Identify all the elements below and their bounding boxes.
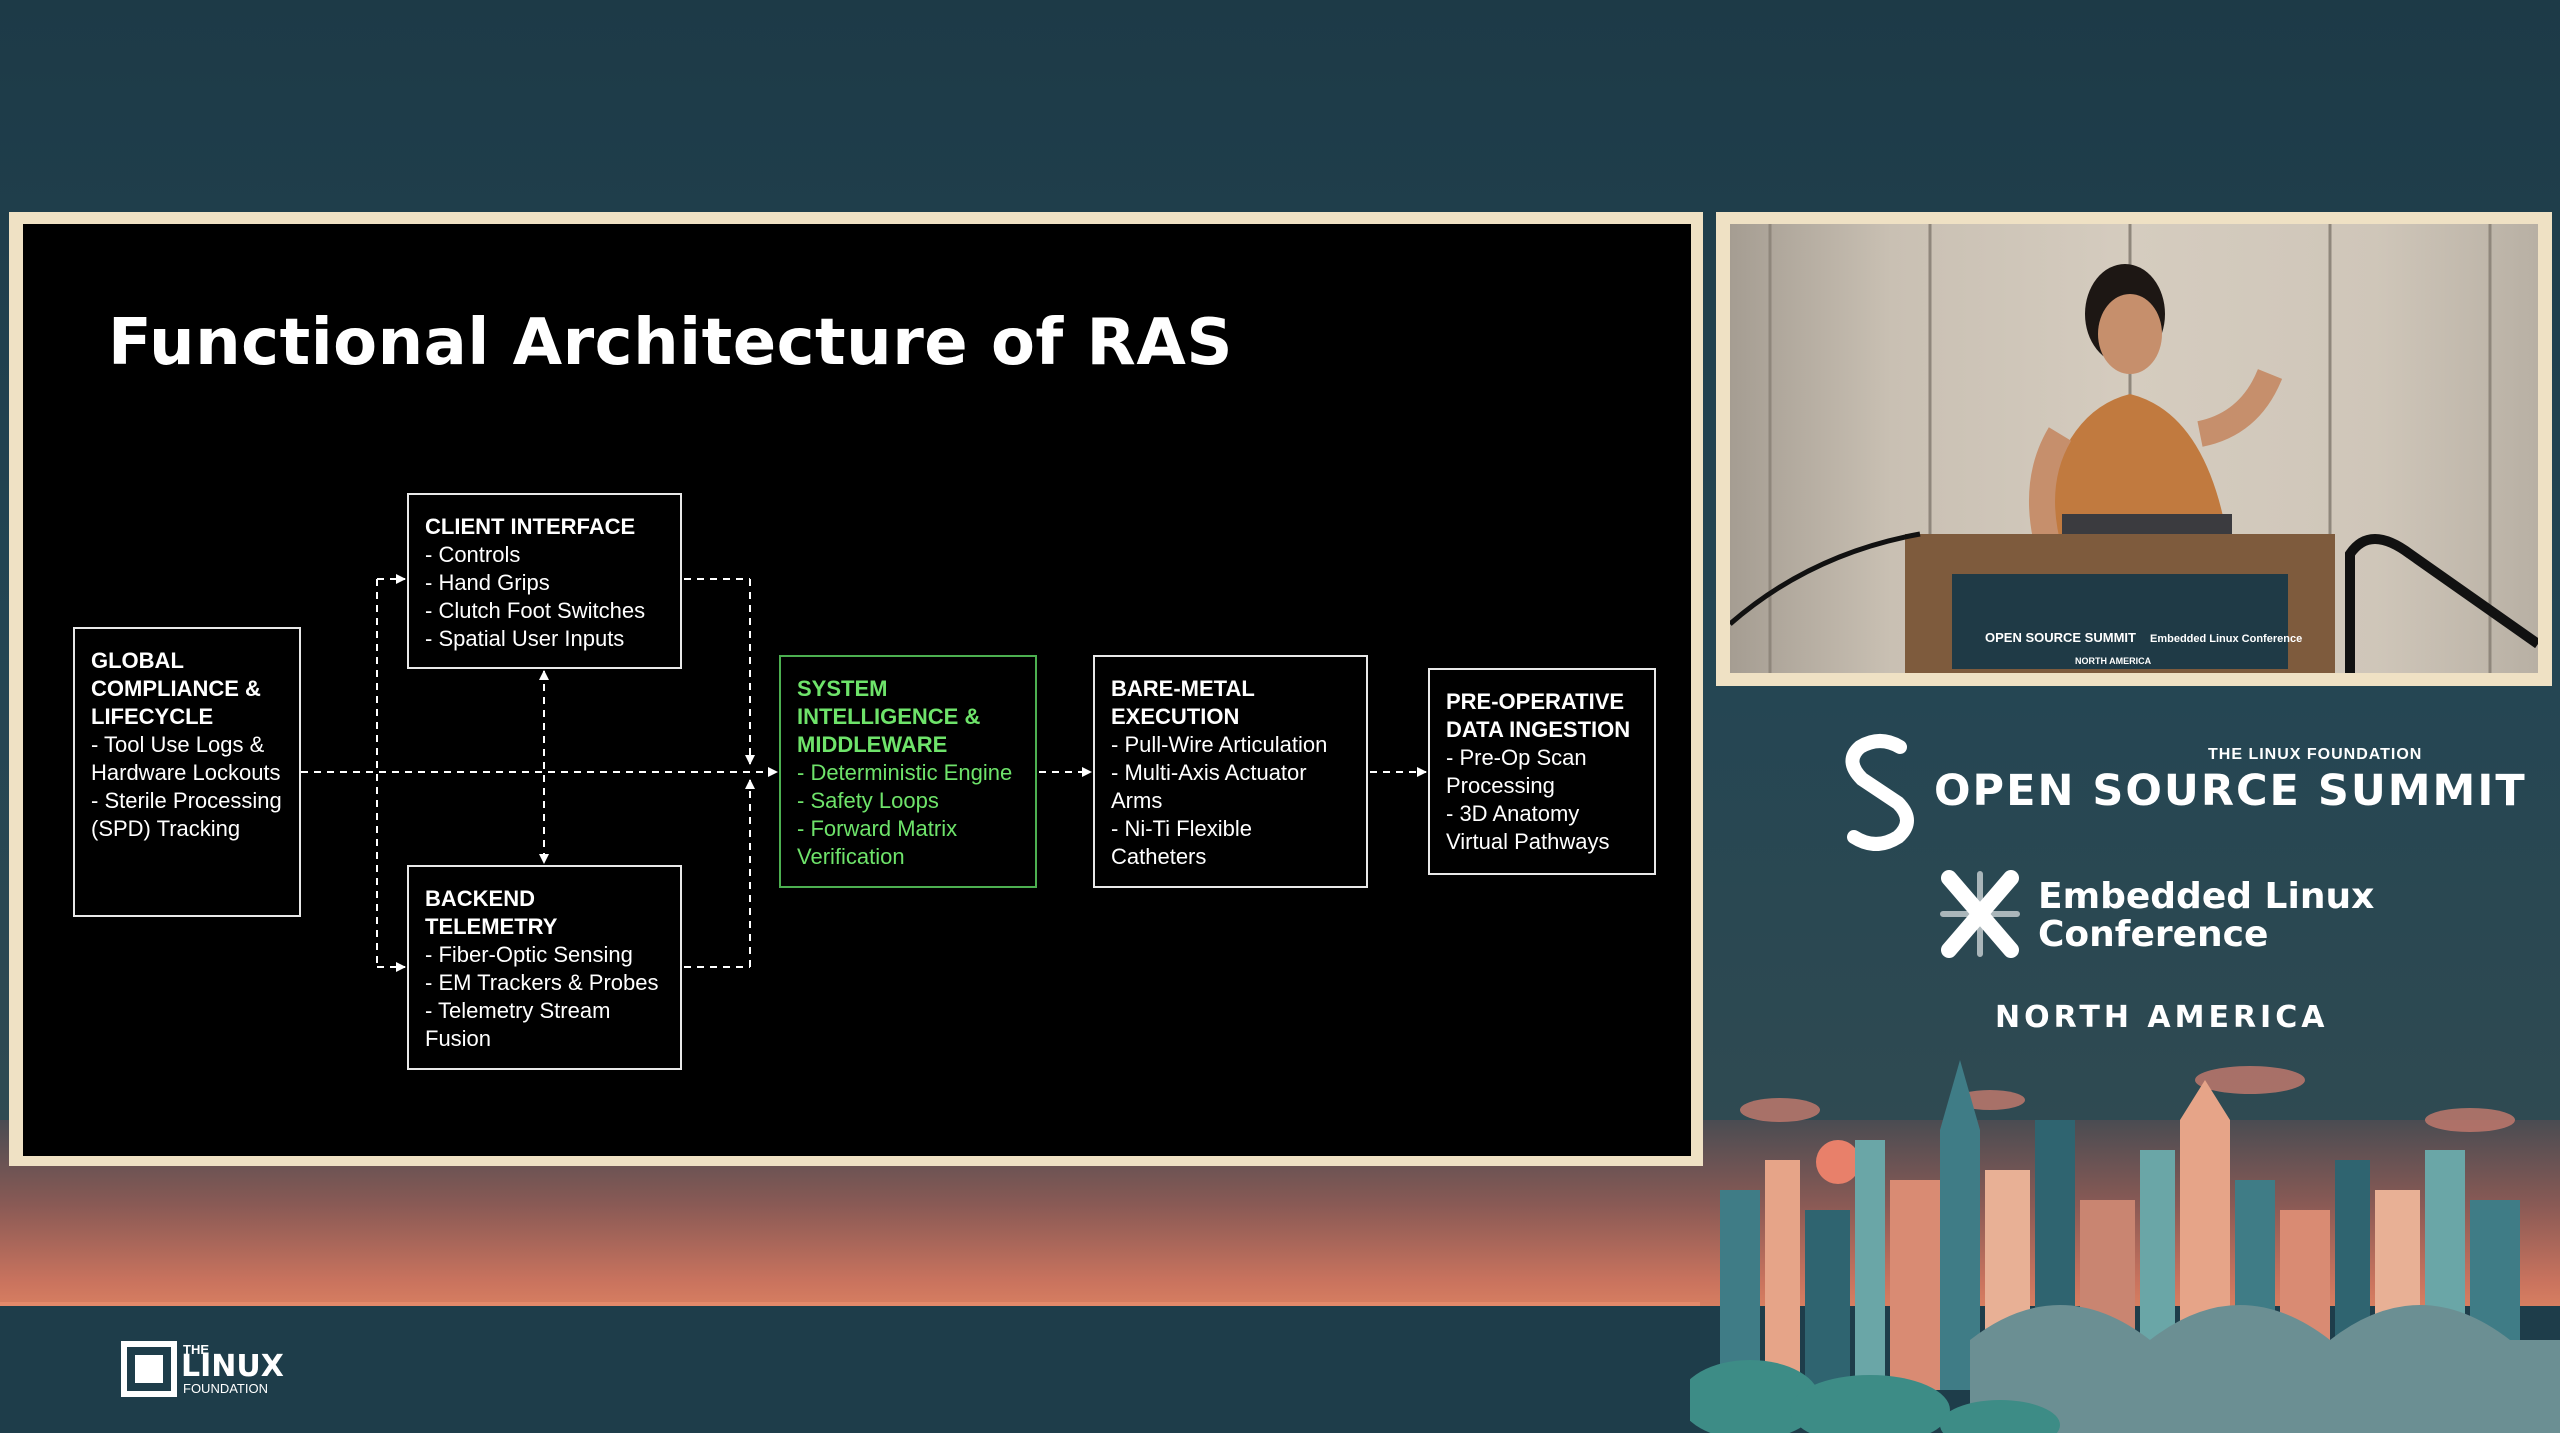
node-item: - Sterile Processing (SPD) Tracking: [91, 788, 282, 841]
node-item: - Safety Loops: [797, 788, 939, 813]
node-title: SYSTEM INTELLIGENCE & MIDDLEWARE: [797, 676, 981, 757]
node-item: - Pull-Wire Articulation: [1111, 732, 1328, 757]
node-item: - Ni-Ti Flexible Catheters: [1111, 816, 1252, 869]
node-item: - EM Trackers & Probes: [425, 970, 659, 995]
elc-logo-icon: [1940, 870, 2020, 958]
node-title: GLOBAL COMPLIANCE & LIFECYCLE: [91, 648, 261, 729]
node-global-compliance: GLOBAL COMPLIANCE & LIFECYCLE - Tool Use…: [73, 627, 301, 917]
node-item: - Deterministic Engine: [797, 760, 1013, 785]
cloud-shapes: [1740, 1066, 2515, 1132]
node-item: - Telemetry Stream Fusion: [425, 998, 611, 1051]
edge-client-backend-arrowhead: [539, 670, 549, 680]
mic-cable: [1730, 531, 1921, 626]
oss-s-logo-icon: [1845, 734, 1914, 851]
node-item: - 3D Anatomy Virtual Pathways: [1446, 801, 1610, 854]
node-bare-metal-execution: BARE-METAL EXECUTION - Pull-Wire Articul…: [1093, 655, 1368, 888]
node-system-intelligence: SYSTEM INTELLIGENCE & MIDDLEWARE - Deter…: [779, 655, 1037, 888]
linux-foundation-logo-icon: [121, 1341, 177, 1397]
speaker-camera-feed: OPEN SOURCE SUMMIT Embedded Linux Confer…: [1730, 224, 2538, 673]
sun-shape: [1816, 1140, 1860, 1184]
city-skyline-illustration: [1690, 1060, 2560, 1433]
node-client-interface: CLIENT INTERFACE - Controls - Hand Grips…: [407, 493, 682, 669]
podium-sign: [1952, 574, 2288, 669]
node-title: BACKEND TELEMETRY: [425, 886, 558, 939]
elc-title-line1: Embedded Linux: [2038, 876, 2375, 917]
node-backend-telemetry: BACKEND TELEMETRY - Fiber-Optic Sensing …: [407, 865, 682, 1070]
region-label: NORTH AMERICA: [1995, 1000, 2329, 1035]
node-item: - Forward Matrix Verification: [797, 816, 958, 869]
footer-logo-linux: LINUX: [181, 1349, 284, 1384]
elc-title-line2: Conference: [2038, 914, 2269, 955]
node-title: BARE-METAL EXECUTION: [1111, 676, 1255, 729]
node-item: - Pre-Op Scan Processing: [1446, 745, 1587, 798]
node-title: CLIENT INTERFACE: [425, 514, 636, 539]
node-title: PRE-OPERATIVE DATA INGESTION: [1446, 689, 1631, 742]
node-item: - Spatial User Inputs: [425, 626, 625, 651]
node-item: - Tool Use Logs & Hardware Lockouts: [91, 732, 281, 785]
node-pre-operative-data: PRE-OPERATIVE DATA INGESTION - Pre-Op Sc…: [1428, 668, 1656, 875]
railing: [2345, 534, 2538, 673]
laptop: [2062, 514, 2232, 536]
bridge-shape: [1970, 1305, 2560, 1433]
speaker-head: [2098, 294, 2162, 374]
podium-sign-text: OPEN SOURCE SUMMIT: [1985, 630, 2136, 645]
node-item: - Fiber-Optic Sensing: [425, 942, 633, 967]
node-item: - Multi-Axis Actuator Arms: [1111, 760, 1307, 813]
node-item: - Clutch Foot Switches: [425, 598, 646, 623]
footer-logo-foundation: FOUNDATION: [183, 1381, 268, 1396]
podium-sign-text: NORTH AMERICA: [2075, 656, 2152, 666]
open-source-summit-title: OPEN SOURCE SUMMIT: [1934, 766, 2527, 816]
presentation-slide: Functional Architecture of RAS GLOBAL CO…: [23, 224, 1691, 1156]
node-item: - Controls: [425, 542, 521, 567]
node-item: - Hand Grips: [425, 570, 550, 595]
linux-foundation-tagline: THE LINUX FOUNDATION: [2208, 746, 2423, 763]
podium-sign-text: Embedded Linux Conference: [2150, 633, 2302, 645]
speaker-scene: OPEN SOURCE SUMMIT Embedded Linux Confer…: [1730, 224, 2538, 673]
